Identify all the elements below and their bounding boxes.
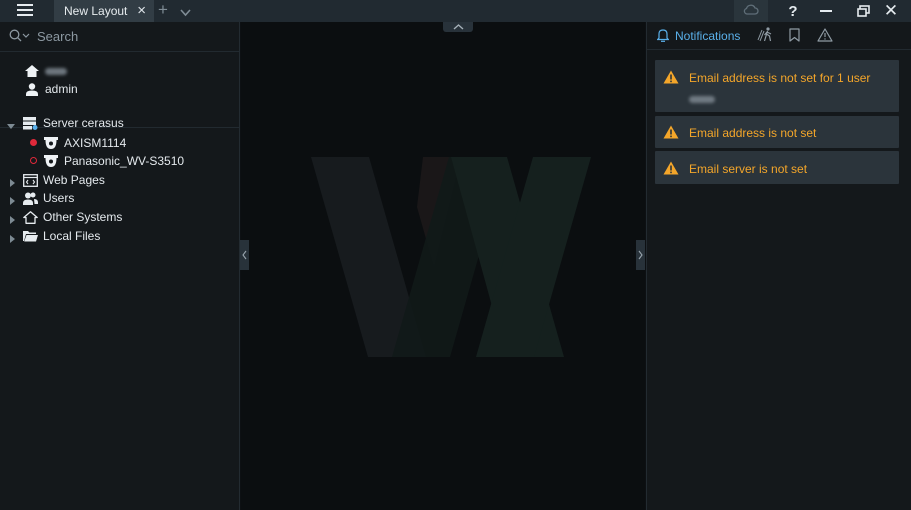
camera-item-panasonic[interactable]: Panasonic_WV-S3510	[43, 152, 184, 170]
camera-recording-status-icon	[30, 139, 37, 146]
bell-icon	[656, 28, 670, 45]
warning-icon	[663, 161, 679, 178]
camera-offline-status-icon	[30, 157, 37, 164]
layout-tab-label: New Layout	[64, 4, 128, 18]
minimize-button[interactable]	[815, 0, 837, 22]
folder-icon	[22, 229, 38, 243]
camera-icon	[43, 154, 59, 168]
collapse-right-panel-button[interactable]	[636, 240, 645, 270]
menu-icon	[17, 3, 33, 19]
search-input[interactable]	[37, 29, 217, 44]
bookmark-icon	[789, 27, 800, 45]
users-label: Users	[43, 191, 75, 205]
web-pages-icon	[22, 173, 38, 187]
user-icon	[24, 82, 40, 96]
search-icon[interactable]	[9, 29, 31, 45]
motion-icon	[757, 27, 773, 45]
server-icon	[22, 116, 38, 130]
camera-item-axism1114[interactable]: AXISM1114	[43, 134, 126, 152]
local-files-label: Local Files	[43, 229, 101, 243]
web-pages-expander-icon[interactable]	[8, 176, 16, 187]
tab-notifications[interactable]: Notifications	[656, 22, 741, 50]
home-icon	[24, 64, 40, 78]
notifications-panel: Notifications Email address is not set f…	[646, 22, 911, 510]
collapse-timeline-button[interactable]	[443, 22, 473, 32]
cloud-icon	[743, 4, 759, 18]
other-systems-item[interactable]: Other Systems	[22, 208, 122, 226]
other-systems-label: Other Systems	[43, 210, 123, 224]
logo-watermark-icon	[311, 157, 591, 357]
warning-icon	[663, 70, 679, 87]
warning-icon	[817, 27, 833, 45]
camera-label: Panasonic_WV-S3510	[64, 154, 185, 168]
notification-item[interactable]: Email address is not set	[655, 116, 899, 148]
warning-icon	[663, 125, 679, 142]
system-name-redacted	[45, 67, 67, 75]
search-bar[interactable]	[0, 22, 239, 52]
users-item[interactable]: Users	[22, 189, 74, 207]
notification-text: Email address is not set	[689, 126, 817, 140]
server-item[interactable]: Server cerasus	[22, 114, 124, 132]
add-tab-button[interactable]: +	[158, 1, 168, 19]
web-pages-item[interactable]: Web Pages	[22, 171, 105, 189]
resource-tree-panel: admin Server cerasus AXISM1114 Panasonic…	[0, 22, 240, 510]
user-name-redacted	[689, 96, 715, 103]
server-label: Server cerasus	[43, 116, 124, 130]
notification-item[interactable]: Email address is not set for 1 user	[655, 60, 899, 112]
scene-area[interactable]	[241, 22, 645, 510]
help-button[interactable]: ?	[782, 0, 804, 22]
tab-events[interactable]	[817, 22, 833, 50]
tab-close-icon[interactable]: ×	[137, 3, 146, 18]
tab-bookmarks[interactable]	[789, 22, 800, 50]
current-user-item[interactable]: admin	[24, 80, 78, 98]
user-label: admin	[45, 82, 78, 96]
notification-text: Email address is not set for 1 user	[689, 71, 871, 85]
tabs-dropdown-chevron-icon[interactable]	[180, 6, 191, 20]
layout-tab[interactable]: New Layout ×	[54, 0, 154, 22]
notification-text: Email server is not set	[689, 162, 808, 176]
collapse-left-panel-button[interactable]	[240, 240, 249, 270]
tab-motion[interactable]	[757, 22, 773, 50]
close-window-button[interactable]: ✕	[880, 0, 902, 22]
server-expander-icon[interactable]	[7, 119, 15, 129]
notifications-tab-label: Notifications	[675, 29, 741, 43]
camera-label: AXISM1114	[64, 136, 127, 150]
restore-button[interactable]	[852, 0, 874, 22]
cloud-button[interactable]	[734, 0, 768, 22]
other-systems-expander-icon[interactable]	[8, 213, 16, 224]
notification-item[interactable]: Email server is not set	[655, 151, 899, 184]
local-files-item[interactable]: Local Files	[22, 227, 100, 245]
users-icon	[22, 191, 38, 205]
main-menu-button[interactable]	[8, 0, 42, 22]
local-files-expander-icon[interactable]	[8, 232, 16, 243]
camera-icon	[43, 136, 59, 150]
notifications-tab-bar: Notifications	[647, 22, 911, 50]
users-expander-icon[interactable]	[8, 194, 16, 205]
other-systems-icon	[22, 210, 38, 224]
web-pages-label: Web Pages	[43, 173, 105, 187]
home-system-item[interactable]	[24, 62, 67, 80]
title-bar: New Layout × + ? ✕	[0, 0, 911, 22]
